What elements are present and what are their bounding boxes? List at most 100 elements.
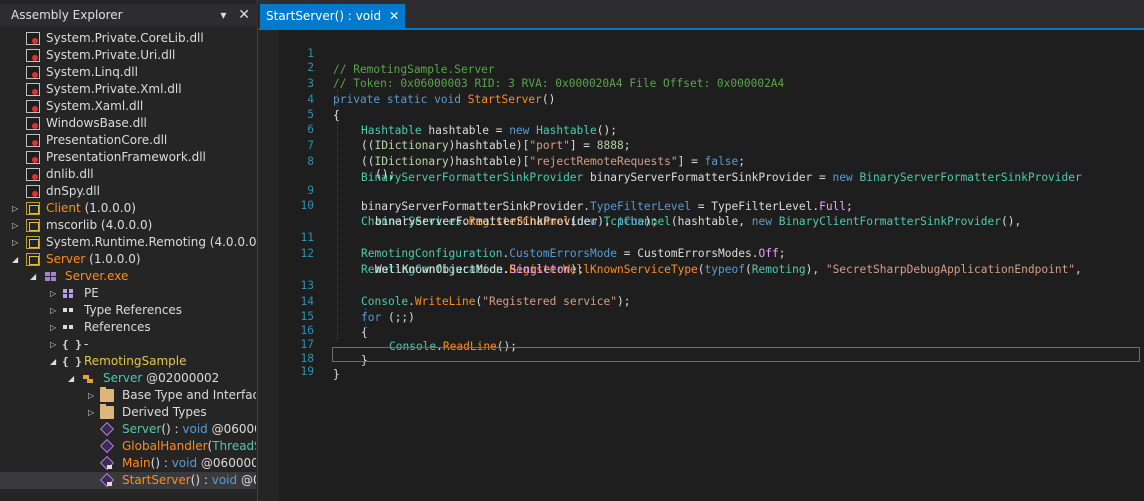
line-number: 19 (300, 365, 314, 378)
dll-icon (26, 83, 40, 96)
method-param-type: ThreadSta (212, 439, 256, 453)
expand-arrow-icon[interactable]: ▷ (12, 234, 22, 251)
tree-item-presentationcore[interactable]: PresentationCore.dll (0, 132, 256, 149)
method-name: Main (122, 456, 151, 470)
method-signature: () : (161, 422, 183, 436)
folder-icon (100, 387, 114, 402)
method-name: GlobalHandler (122, 439, 208, 453)
tree-item-method-main[interactable]: Main() : void @06000001 (0, 455, 256, 472)
method-name: StartServer (122, 473, 191, 487)
tree-item-method-server-ctor[interactable]: Server() : void @06000004 (0, 421, 256, 438)
tree-item-presentationframework[interactable]: PresentationFramework.dll (0, 149, 256, 166)
tree-item-system-runtime-remoting[interactable]: ▷ System.Runtime.Remoting (4.0.0.0) (0, 234, 256, 251)
method-signature: () : (190, 473, 212, 487)
collapse-arrow-icon[interactable]: ◢ (50, 353, 60, 370)
tree-item-derived-types[interactable]: ▷ Derived Types (0, 404, 256, 421)
assembly-icon (26, 253, 40, 266)
tree-item-server-exe[interactable]: ◢ Server.exe (0, 268, 256, 285)
collapse-arrow-icon[interactable]: ◢ (30, 268, 40, 285)
code-line-2: 2 // Token: 0x06000003 RID: 3 RVA: 0x000… (279, 44, 1139, 90)
assembly-explorer-header: Assembly Explorer ▾ ✕ (0, 4, 258, 26)
panel-dropdown-icon[interactable]: ▾ (220, 8, 226, 22)
code-line-4: 4 { (279, 76, 1139, 122)
tree-item-client[interactable]: ▷ Client (1.0.0.0) (0, 200, 256, 217)
tree-item-system-private-xml[interactable]: System.Private.Xml.dll (0, 81, 256, 98)
expand-arrow-icon[interactable]: ▷ (50, 336, 60, 353)
code-line-10: 10 ChannelServices.RegisterChannel(new T… (279, 182, 1139, 228)
code-line-5: 5 Hashtable hashtable = new Hashtable(); (279, 91, 1139, 137)
tree-item-method-startserver[interactable]: StartServer() : void @0600 (0, 472, 256, 489)
tree-item-remotingsample[interactable]: ◢ { } RemotingSample (0, 353, 256, 370)
method-private-icon (100, 457, 114, 470)
references-icon (62, 321, 76, 334)
code-text: } (333, 368, 340, 381)
tree-item-label: System.Runtime.Remoting (46, 235, 206, 249)
tree-item-base-type-and-interfaces[interactable]: ▷ Base Type and Interfaces (0, 387, 256, 404)
tree-item-system-private-corelib[interactable]: System.Private.CoreLib.dll (0, 30, 256, 47)
assembly-explorer-panel: Assembly Explorer ▾ ✕ System.Private.Cor… (0, 0, 258, 501)
assembly-explorer-title: Assembly Explorer (11, 8, 123, 22)
dll-icon (26, 168, 40, 181)
code-line-12-wrap: WellKnownObjectMode.Singleton); (279, 246, 1139, 276)
method-private-icon (100, 474, 114, 487)
tree-item-label: mscorlib (46, 218, 98, 232)
tree-item-dnlib[interactable]: dnlib.dll (0, 166, 256, 183)
code-line-12: 12 RemotingConfiguration.RegisterWellKno… (279, 230, 1139, 276)
tab-label: StartServer() : void (266, 9, 382, 23)
assembly-icon (26, 236, 40, 249)
dll-icon (26, 117, 40, 130)
dll-icon (26, 66, 40, 79)
method-signature: () : (150, 456, 172, 470)
code-line-14: 14 for (;;) (279, 278, 1139, 324)
expand-arrow-icon[interactable]: ▷ (50, 302, 60, 319)
method-token: @06000004 (211, 422, 256, 436)
method-return-type: void (171, 456, 198, 470)
tree-item-system-linq[interactable]: System.Linq.dll (0, 64, 256, 81)
tree-item-server-assembly[interactable]: ◢ Server (1.0.0.0) (0, 251, 256, 268)
code-line-7: 7 ((IDictionary)hashtable)["rejectRemote… (279, 122, 1139, 168)
namespace-icon: { } (62, 338, 82, 351)
dll-icon (26, 100, 40, 113)
pe-icon (62, 287, 76, 300)
code-line-11: 11 RemotingConfiguration.CustomErrorsMod… (279, 214, 1139, 260)
tree-item-server-class[interactable]: ◢ Server @02000002 (0, 370, 256, 387)
method-token: @0600 (240, 473, 256, 487)
dll-icon (26, 32, 40, 45)
current-line-highlight (332, 347, 1140, 362)
tree-item-version: (1.0.0.0) (85, 252, 141, 266)
module-icon (44, 270, 58, 283)
collapse-arrow-icon[interactable]: ◢ (12, 251, 22, 268)
expand-arrow-icon[interactable]: ▷ (12, 200, 22, 217)
tree-item-label: Server (46, 252, 86, 266)
expand-arrow-icon[interactable]: ▷ (50, 285, 60, 302)
tree-item-pe[interactable]: ▷ PE (0, 285, 256, 302)
tree-item-method-globalhandler[interactable]: GlobalHandler(ThreadSta (0, 438, 256, 455)
tree-item-system-private-uri[interactable]: System.Private.Uri.dll (0, 47, 256, 64)
code-editor[interactable]: 1 // RemotingSample.Server 2 // Token: 0… (279, 30, 1144, 501)
tree-item-version: (4.0.0.0) (205, 235, 256, 249)
collapse-arrow-icon[interactable]: ◢ (68, 370, 78, 387)
tree-item-type-references[interactable]: ▷ Type References (0, 302, 256, 319)
tab-close-icon[interactable]: ✕ (389, 9, 399, 23)
code-line-13: 13 Console.WriteLine("Registered service… (279, 262, 1139, 308)
code-line-10-wrap: binaryServerFormatterSinkProvider), true… (279, 198, 1139, 228)
expand-arrow-icon[interactable]: ▷ (50, 319, 60, 336)
panel-close-icon[interactable]: ✕ (238, 7, 250, 23)
method-token: @06000001 (200, 456, 256, 470)
dll-icon (26, 151, 40, 164)
expand-arrow-icon[interactable]: ▷ (88, 404, 98, 421)
expand-arrow-icon[interactable]: ▷ (88, 387, 98, 404)
tree-item-mscorlib[interactable]: ▷ mscorlib (4.0.0.0) (0, 217, 256, 234)
code-line-9: 9 binaryServerFormatterSinkProvider.Type… (279, 167, 1139, 213)
namespace-icon: { } (62, 355, 82, 368)
tree-item-system-xaml[interactable]: System.Xaml.dll (0, 98, 256, 115)
tree-item-references[interactable]: ▷ References (0, 319, 256, 336)
expand-arrow-icon[interactable]: ▷ (12, 217, 22, 234)
tree-item-dnspy[interactable]: dnSpy.dll (0, 183, 256, 200)
tab-startserver[interactable]: StartServer() : void ✕ (260, 4, 406, 28)
tree-item-label: Server (103, 371, 143, 385)
tree-item-windowsbase[interactable]: WindowsBase.dll (0, 115, 256, 132)
method-icon (100, 440, 114, 453)
tree-item-namespace-dash[interactable]: ▷ { } - (0, 336, 256, 353)
dll-icon (26, 185, 40, 198)
